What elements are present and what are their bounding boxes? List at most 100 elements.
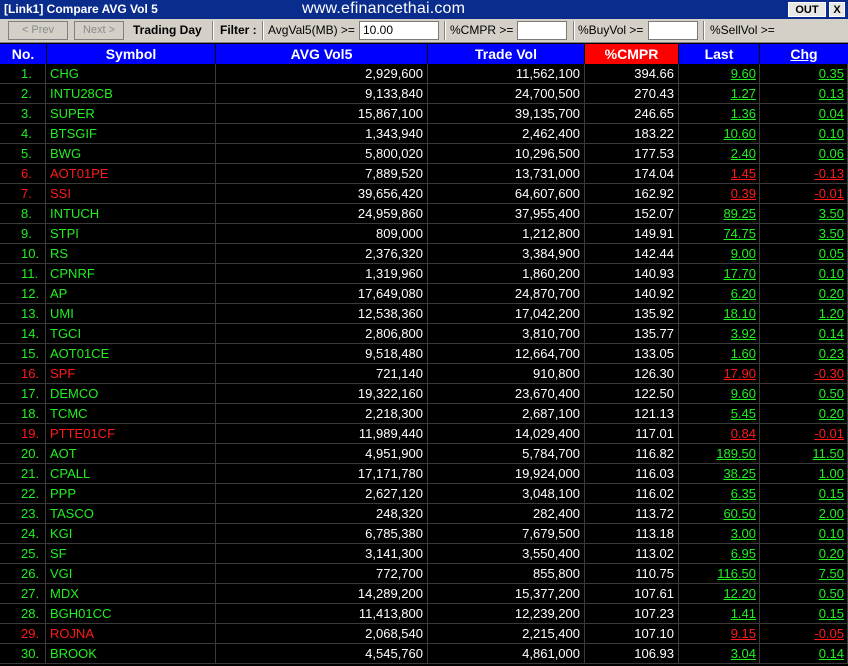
symbol-cell[interactable]: CHG (46, 64, 216, 84)
symbol-cell[interactable]: STPI (46, 224, 216, 244)
change-link[interactable]: 0.13 (760, 84, 848, 104)
last-price-link[interactable]: 0.84 (679, 424, 760, 444)
last-price-link[interactable]: 9.15 (679, 624, 760, 644)
change-link[interactable]: 0.20 (760, 544, 848, 564)
table-row[interactable]: 18. TCMC 2,218,300 2,687,100 121.13 5.45 0.20 (0, 404, 848, 424)
change-link[interactable]: 0.10 (760, 124, 848, 144)
symbol-cell[interactable]: PPP (46, 484, 216, 504)
symbol-cell[interactable]: BGH01CC (46, 604, 216, 624)
symbol-cell[interactable]: VGI (46, 564, 216, 584)
last-price-link[interactable]: 12.20 (679, 584, 760, 604)
table-row[interactable]: 19. PTTE01CF 11,989,440 14,029,400 117.01 0.8… (0, 424, 848, 444)
symbol-cell[interactable]: INTUCH (46, 204, 216, 224)
symbol-cell[interactable]: BROOK (46, 644, 216, 664)
header-avg-vol5[interactable]: AVG Vol5 (216, 44, 427, 64)
table-row[interactable]: 2. INTU28CB 9,133,840 24,700,500 270.43 1.27 0… (0, 84, 848, 104)
change-link[interactable]: 0.10 (760, 524, 848, 544)
next-button[interactable]: Next > (74, 21, 124, 40)
change-link[interactable]: 0.14 (760, 644, 848, 664)
symbol-cell[interactable]: BTSGIF (46, 124, 216, 144)
change-link[interactable]: 0.05 (760, 244, 848, 264)
change-link[interactable]: -0.13 (760, 164, 848, 184)
change-link[interactable]: -0.05 (760, 624, 848, 644)
change-link[interactable]: 0.20 (760, 284, 848, 304)
table-row[interactable]: 4. BTSGIF 1,343,940 2,462,400 183.22 10.60 0.1… (0, 124, 848, 144)
symbol-cell[interactable]: SF (46, 544, 216, 564)
table-row[interactable]: 28. BGH01CC 11,413,800 12,239,200 107.23 1.41… (0, 604, 848, 624)
last-price-link[interactable]: 5.45 (679, 404, 760, 424)
buyvol-filter-input[interactable] (648, 21, 698, 40)
symbol-cell[interactable]: RS (46, 244, 216, 264)
symbol-cell[interactable]: SPF (46, 364, 216, 384)
last-price-link[interactable]: 9.60 (679, 384, 760, 404)
header-no[interactable]: No. (0, 44, 46, 64)
symbol-cell[interactable]: AOT (46, 444, 216, 464)
change-link[interactable]: 0.23 (760, 344, 848, 364)
table-row[interactable]: 21. CPALL 17,171,780 19,924,000 116.03 38.25 1… (0, 464, 848, 484)
symbol-cell[interactable]: TGCI (46, 324, 216, 344)
table-row[interactable]: 29. ROJNA 2,068,540 2,215,400 107.10 9.15 -0.0… (0, 624, 848, 644)
symbol-cell[interactable]: CPALL (46, 464, 216, 484)
last-price-link[interactable]: 9.00 (679, 244, 760, 264)
symbol-cell[interactable]: PTTE01CF (46, 424, 216, 444)
table-row[interactable]: 20. AOT 4,951,900 5,784,700 116.82 189.50 11.5… (0, 444, 848, 464)
change-link[interactable]: 2.00 (760, 504, 848, 524)
change-link[interactable]: -0.30 (760, 364, 848, 384)
table-row[interactable]: 9. STPI 809,000 1,212,800 149.91 74.75 3.50 (0, 224, 848, 244)
symbol-cell[interactable]: TASCO (46, 504, 216, 524)
change-link[interactable]: 11.50 (760, 444, 848, 464)
table-row[interactable]: 5. BWG 5,800,020 10,296,500 177.53 2.40 0.06 (0, 144, 848, 164)
change-link[interactable]: 0.20 (760, 404, 848, 424)
symbol-cell[interactable]: BWG (46, 144, 216, 164)
table-row[interactable]: 26. VGI 772,700 855,800 110.75 116.50 7.50 (0, 564, 848, 584)
change-link[interactable]: 0.50 (760, 384, 848, 404)
change-link[interactable]: 0.06 (760, 144, 848, 164)
change-link[interactable]: 0.14 (760, 324, 848, 344)
table-row[interactable]: 17. DEMCO 19,322,160 23,670,400 122.50 9.60 0.… (0, 384, 848, 404)
change-link[interactable]: 0.15 (760, 484, 848, 504)
last-price-link[interactable]: 6.35 (679, 484, 760, 504)
symbol-cell[interactable]: MDX (46, 584, 216, 604)
last-price-link[interactable]: 17.90 (679, 364, 760, 384)
table-row[interactable]: 22. PPP 2,627,120 3,048,100 116.02 6.35 0.15 (0, 484, 848, 504)
table-row[interactable]: 16. SPF 721,140 910,800 126.30 17.90 -0.30 (0, 364, 848, 384)
change-link[interactable]: 3.50 (760, 224, 848, 244)
table-row[interactable]: 7. SSI 39,656,420 64,607,600 162.92 0.39 -0.01 (0, 184, 848, 204)
symbol-cell[interactable]: INTU28CB (46, 84, 216, 104)
last-price-link[interactable]: 6.20 (679, 284, 760, 304)
symbol-cell[interactable]: SUPER (46, 104, 216, 124)
table-row[interactable]: 15. AOT01CE 9,518,480 12,664,700 133.05 1.60 0… (0, 344, 848, 364)
close-button[interactable]: X (829, 2, 845, 17)
table-row[interactable]: 10. RS 2,376,320 3,384,900 142.44 9.00 0.05 (0, 244, 848, 264)
symbol-cell[interactable]: SSI (46, 184, 216, 204)
last-price-link[interactable]: 3.04 (679, 644, 760, 664)
change-link[interactable]: 0.04 (760, 104, 848, 124)
last-price-link[interactable]: 0.39 (679, 184, 760, 204)
table-row[interactable]: 1. CHG 2,929,600 11,562,100 394.66 9.60 0.35 (0, 64, 848, 84)
change-link[interactable]: 0.50 (760, 584, 848, 604)
table-row[interactable]: 11. CPNRF 1,319,960 1,860,200 140.93 17.70 0.1… (0, 264, 848, 284)
symbol-cell[interactable]: AOT01CE (46, 344, 216, 364)
last-price-link[interactable]: 1.41 (679, 604, 760, 624)
prev-button[interactable]: < Prev (8, 21, 68, 40)
last-price-link[interactable]: 3.00 (679, 524, 760, 544)
header-last[interactable]: Last (679, 44, 759, 64)
change-link[interactable]: 1.20 (760, 304, 848, 324)
change-link[interactable]: -0.01 (760, 424, 848, 444)
table-row[interactable]: 24. KGI 6,785,380 7,679,500 113.18 3.00 0.10 (0, 524, 848, 544)
symbol-cell[interactable]: CPNRF (46, 264, 216, 284)
change-link[interactable]: 0.10 (760, 264, 848, 284)
out-button[interactable]: OUT (788, 2, 826, 17)
table-row[interactable]: 8. INTUCH 24,959,860 37,955,400 152.07 89.25 3… (0, 204, 848, 224)
change-link[interactable]: 0.35 (760, 64, 848, 84)
symbol-cell[interactable]: ROJNA (46, 624, 216, 644)
table-row[interactable]: 13. UMI 12,538,360 17,042,200 135.92 18.10 1.2… (0, 304, 848, 324)
last-price-link[interactable]: 38.25 (679, 464, 760, 484)
last-price-link[interactable]: 18.10 (679, 304, 760, 324)
last-price-link[interactable]: 1.27 (679, 84, 760, 104)
table-row[interactable]: 27. MDX 14,289,200 15,377,200 107.61 12.20 0.5… (0, 584, 848, 604)
symbol-cell[interactable]: AOT01PE (46, 164, 216, 184)
table-row[interactable]: 14. TGCI 2,806,800 3,810,700 135.77 3.92 0.14 (0, 324, 848, 344)
last-price-link[interactable]: 116.50 (679, 564, 760, 584)
table-row[interactable]: 3. SUPER 15,867,100 39,135,700 246.65 1.36 0.0… (0, 104, 848, 124)
